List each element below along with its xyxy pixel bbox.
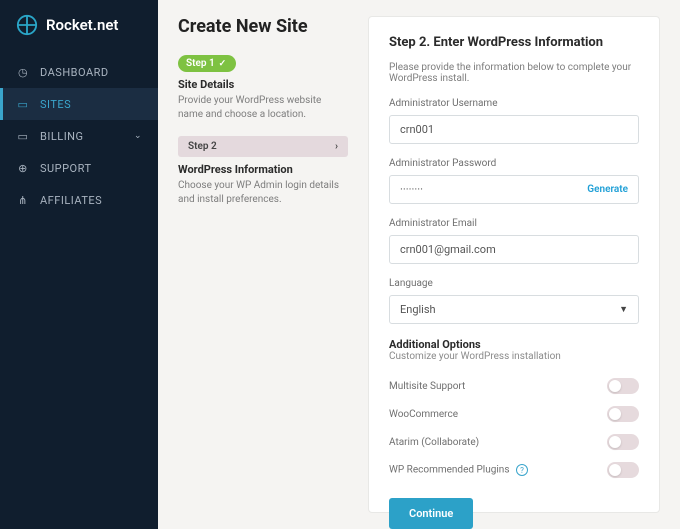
option-label: Multisite Support	[389, 381, 465, 392]
main: Create New Site Step 1 ✓ Site Details Pr…	[158, 0, 680, 529]
chevron-down-icon: ⌄	[134, 131, 142, 141]
nav-label: SUPPORT	[40, 162, 92, 175]
username-value: crn001	[400, 123, 434, 136]
step1-pill-label: Step 1	[186, 58, 215, 69]
nav-label: BILLING	[40, 130, 84, 143]
nav-item-affiliates[interactable]: ⋔ AFFILIATES	[0, 184, 158, 216]
nav-label: SITES	[40, 98, 71, 111]
nav-label: DASHBOARD	[40, 66, 109, 79]
step1-desc: Provide your WordPress website name and …	[178, 94, 348, 122]
option-label: Atarim (Collaborate)	[389, 437, 479, 448]
logo-icon	[16, 14, 38, 36]
steps-column: Create New Site Step 1 ✓ Site Details Pr…	[178, 16, 348, 513]
language-select[interactable]: English ▼	[389, 295, 639, 324]
option-atarim: Atarim (Collaborate)	[389, 428, 639, 456]
option-plugins: WP Recommended Plugins ?	[389, 456, 639, 484]
language-value: English	[400, 303, 436, 316]
sidebar: Rocket.net ◷ DASHBOARD ▭ SITES ▭ BILLING…	[0, 0, 158, 529]
option-label: WooCommerce	[389, 409, 458, 420]
brand-name: Rocket.net	[46, 16, 118, 34]
password-label: Administrator Password	[389, 158, 639, 169]
nav: ◷ DASHBOARD ▭ SITES ▭ BILLING ⌄ ⊕ SUPPOR…	[0, 56, 158, 216]
woocommerce-toggle[interactable]	[607, 406, 639, 422]
generate-button[interactable]: Generate	[587, 184, 628, 195]
step2-heading: WordPress Information	[178, 163, 348, 176]
continue-button[interactable]: Continue	[389, 498, 473, 529]
card-icon: ▭	[16, 129, 30, 143]
step2-desc: Choose your WP Admin login details and i…	[178, 179, 348, 207]
panel-hint: Please provide the information below to …	[389, 62, 639, 84]
info-icon[interactable]: ?	[516, 464, 528, 476]
step2-tab-label: Step 2	[188, 141, 217, 152]
gauge-icon: ◷	[16, 65, 30, 79]
password-value: ········	[400, 183, 423, 196]
nav-item-billing[interactable]: ▭ BILLING ⌄	[0, 120, 158, 152]
step1-heading: Site Details	[178, 78, 348, 91]
password-input[interactable]: ········ Generate	[389, 175, 639, 204]
language-label: Language	[389, 278, 639, 289]
additional-options-sub: Customize your WordPress installation	[389, 351, 639, 362]
option-label: WP Recommended Plugins ?	[389, 464, 528, 476]
nav-item-dashboard[interactable]: ◷ DASHBOARD	[0, 56, 158, 88]
option-multisite: Multisite Support	[389, 372, 639, 400]
nav-item-sites[interactable]: ▭ SITES	[0, 88, 158, 120]
affiliates-icon: ⋔	[16, 193, 30, 207]
email-label: Administrator Email	[389, 218, 639, 229]
username-label: Administrator Username	[389, 98, 639, 109]
chevron-right-icon: ›	[335, 141, 338, 152]
email-input[interactable]: crn001@gmail.com	[389, 235, 639, 264]
step2-tab[interactable]: Step 2 ›	[178, 136, 348, 157]
caret-down-icon: ▼	[619, 304, 628, 315]
plugins-toggle[interactable]	[607, 462, 639, 478]
brand: Rocket.net	[0, 14, 158, 56]
atarim-toggle[interactable]	[607, 434, 639, 450]
step1-pill: Step 1 ✓	[178, 55, 236, 72]
support-icon: ⊕	[16, 161, 30, 175]
option-woocommerce: WooCommerce	[389, 400, 639, 428]
multisite-toggle[interactable]	[607, 378, 639, 394]
email-value: crn001@gmail.com	[400, 243, 496, 256]
check-icon: ✓	[219, 59, 227, 69]
page-title: Create New Site	[178, 16, 348, 37]
additional-options-title: Additional Options	[389, 338, 639, 351]
panel-title: Step 2. Enter WordPress Information	[389, 35, 639, 50]
sites-icon: ▭	[16, 97, 30, 111]
nav-item-support[interactable]: ⊕ SUPPORT	[0, 152, 158, 184]
nav-label: AFFILIATES	[40, 194, 102, 207]
username-input[interactable]: crn001	[389, 115, 639, 144]
form-panel: Step 2. Enter WordPress Information Plea…	[368, 16, 660, 513]
